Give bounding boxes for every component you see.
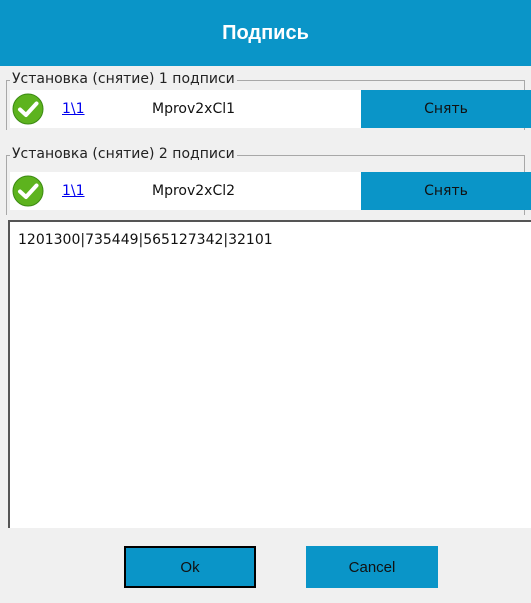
group-legend: Установка (снятие) 2 подписи [10, 145, 237, 163]
footer-area [0, 528, 531, 603]
signature-text-content: 1201300|735449|565127342|32101 [18, 232, 273, 248]
dialog-title: Подпись [222, 21, 309, 44]
cancel-button[interactable]: Cancel [306, 546, 438, 588]
signature-group-2: Установка (снятие) 2 подписи 1\1 Mprov2x… [0, 145, 531, 215]
signature-text-area[interactable]: 1201300|735449|565127342|32101 [8, 220, 531, 530]
signature-link-2[interactable]: 1\1 [62, 183, 152, 199]
dialog-title-bar: Подпись [0, 0, 531, 66]
group-legend: Установка (снятие) 1 подписи [10, 70, 237, 88]
check-circle-icon [12, 175, 44, 207]
signature-group-1: Установка (снятие) 1 подписи 1\1 Mprov2x… [0, 70, 531, 130]
remove-signature-1-button[interactable]: Снять [361, 90, 531, 128]
signature-row-2: 1\1 Mprov2xCl2 Снять [10, 172, 531, 210]
signature-row-1: 1\1 Mprov2xCl1 Снять [10, 90, 531, 128]
remove-signature-2-button[interactable]: Снять [361, 172, 531, 210]
check-circle-icon [12, 93, 44, 125]
signature-link-1[interactable]: 1\1 [62, 101, 152, 117]
ok-button[interactable]: Ok [124, 546, 256, 588]
certificate-name-1: Mprov2xCl1 [152, 101, 236, 117]
certificate-name-2: Mprov2xCl2 [152, 183, 236, 199]
